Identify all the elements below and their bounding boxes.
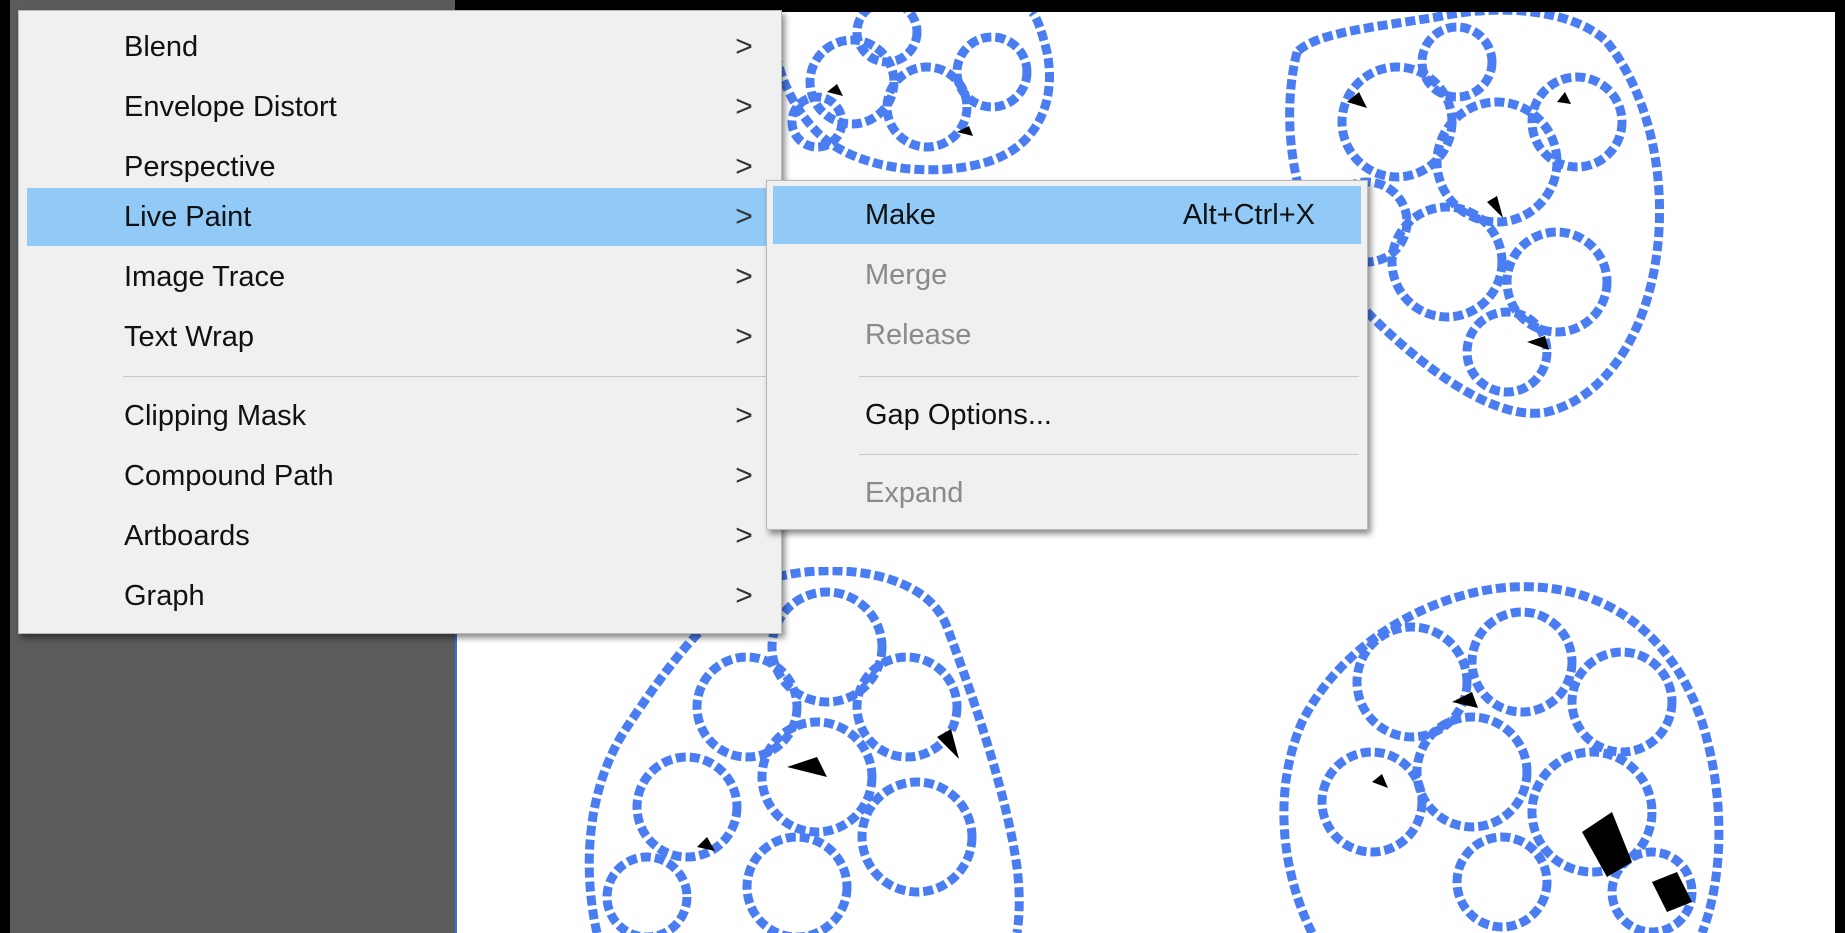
submenu-item-release: Release [773,306,1361,364]
menu-item-image-trace[interactable]: Image Trace > [27,248,773,306]
submenu-item-merge: Merge [773,246,1361,304]
menu-item-text-wrap[interactable]: Text Wrap > [27,308,773,366]
submenu-item-gap-options[interactable]: Gap Options... [773,386,1361,444]
illustrator-workspace: Blend > Envelope Distort > Perspective >… [0,0,1845,933]
menu-item-graph[interactable]: Graph > [27,567,773,625]
submenu-item-make[interactable]: Make Alt+Ctrl+X [773,186,1361,244]
window-right-edge [1835,0,1845,933]
menu-item-blend[interactable]: Blend > [27,18,773,76]
menu-item-label: Text Wrap [124,321,255,353]
chevron-right-icon: > [735,320,753,353]
shortcut-text: Alt+Ctrl+X [1182,199,1315,231]
chevron-right-icon: > [735,519,753,552]
chevron-right-icon: > [735,579,753,612]
menu-item-artboards[interactable]: Artboards > [27,507,773,565]
menu-item-envelope-distort[interactable]: Envelope Distort > [27,78,773,136]
chevron-right-icon: > [735,459,753,492]
menu-item-label: Compound Path [124,460,334,492]
menu-separator [123,376,773,377]
menu-item-live-paint[interactable]: Live Paint > [27,188,773,246]
menu-item-label: Artboards [124,520,250,552]
menu-item-clipping-mask[interactable]: Clipping Mask > [27,387,773,445]
object-menu: Blend > Envelope Distort > Perspective >… [18,10,782,634]
submenu-item-expand: Expand [773,464,1361,522]
submenu-item-label: Expand [865,477,964,509]
chevron-right-icon: > [735,30,753,63]
menu-item-label: Graph [124,580,205,612]
submenu-item-label: Gap Options... [865,399,1052,431]
submenu-separator [859,454,1359,455]
menu-item-label: Live Paint [124,201,252,233]
traced-artwork-bottom-right[interactable] [1272,582,1732,933]
menu-item-label: Image Trace [124,261,286,293]
submenu-separator [859,376,1359,377]
live-paint-submenu: Make Alt+Ctrl+X Merge Release Gap Option… [766,180,1368,530]
traced-artwork-top-left[interactable] [757,12,1067,182]
window-left-edge [0,0,10,933]
menu-item-label: Envelope Distort [124,91,337,123]
submenu-item-label: Merge [865,259,948,291]
submenu-item-label: Release [865,319,972,351]
chevron-right-icon: > [735,90,753,123]
chevron-right-icon: > [735,200,753,233]
menu-item-compound-path[interactable]: Compound Path > [27,447,773,505]
chevron-right-icon: > [735,260,753,293]
menu-item-label: Clipping Mask [124,400,307,432]
menu-item-label: Blend [124,31,199,63]
chevron-right-icon: > [735,399,753,432]
submenu-item-label: Make [865,199,936,231]
